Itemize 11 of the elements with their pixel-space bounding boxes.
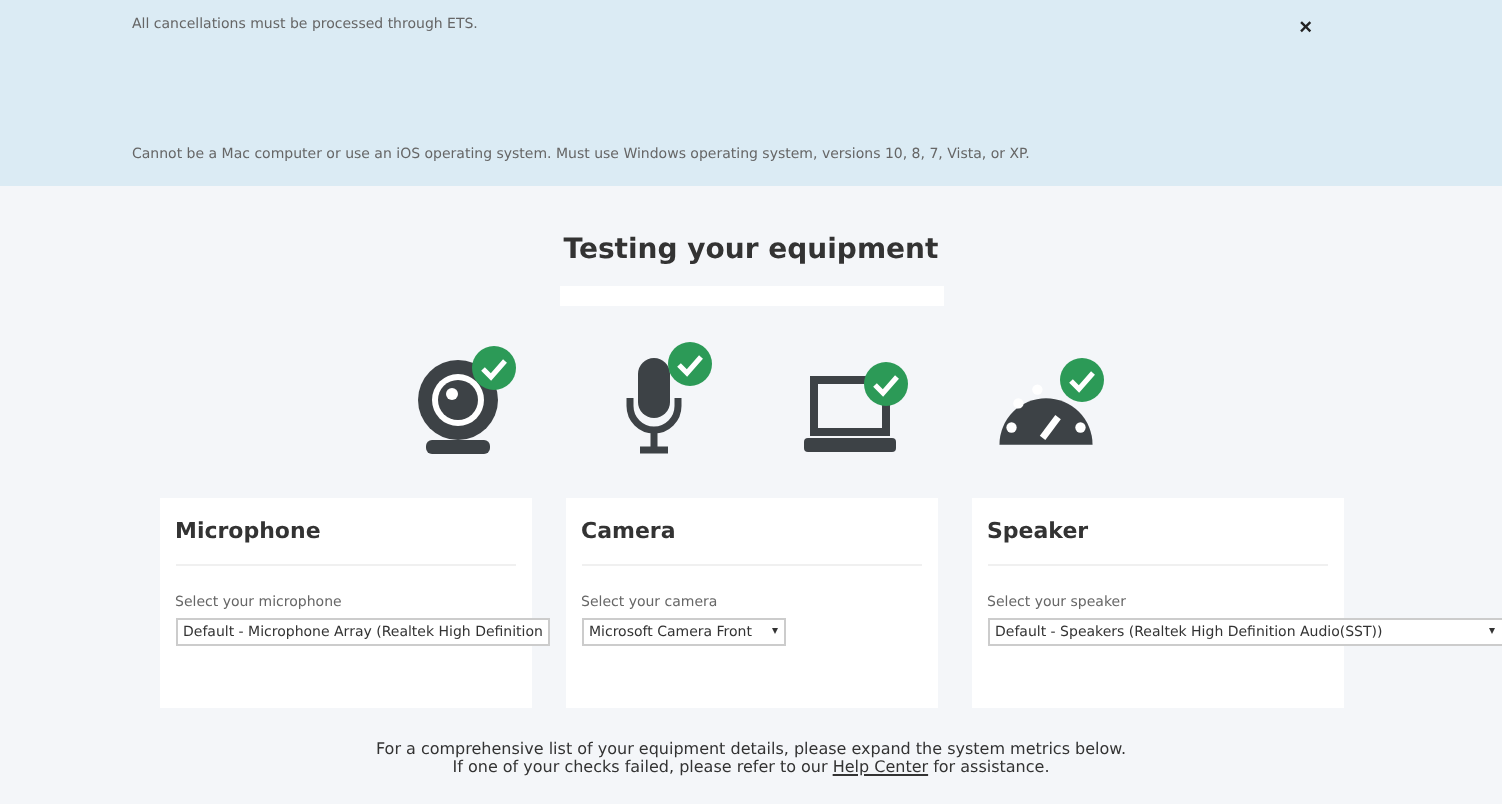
webcam-icon — [413, 358, 501, 454]
laptop-icon — [801, 374, 897, 454]
card-title: Camera — [581, 518, 921, 566]
page-title: Testing your equipment — [563, 234, 939, 266]
help-center-link[interactable]: Help Center — [832, 758, 929, 776]
card-title: Microphone — [175, 518, 515, 566]
help-text: If one of your checks failed, please refer to our Help Center for assistance. — [452, 758, 1050, 776]
card-title: Speaker — [987, 518, 1327, 566]
close-button[interactable]: × — [1299, 16, 1370, 40]
info-text: For a comprehensive list of your equipment details, please expand the system metrics below. — [375, 740, 1126, 758]
microphone-icon — [623, 354, 683, 454]
